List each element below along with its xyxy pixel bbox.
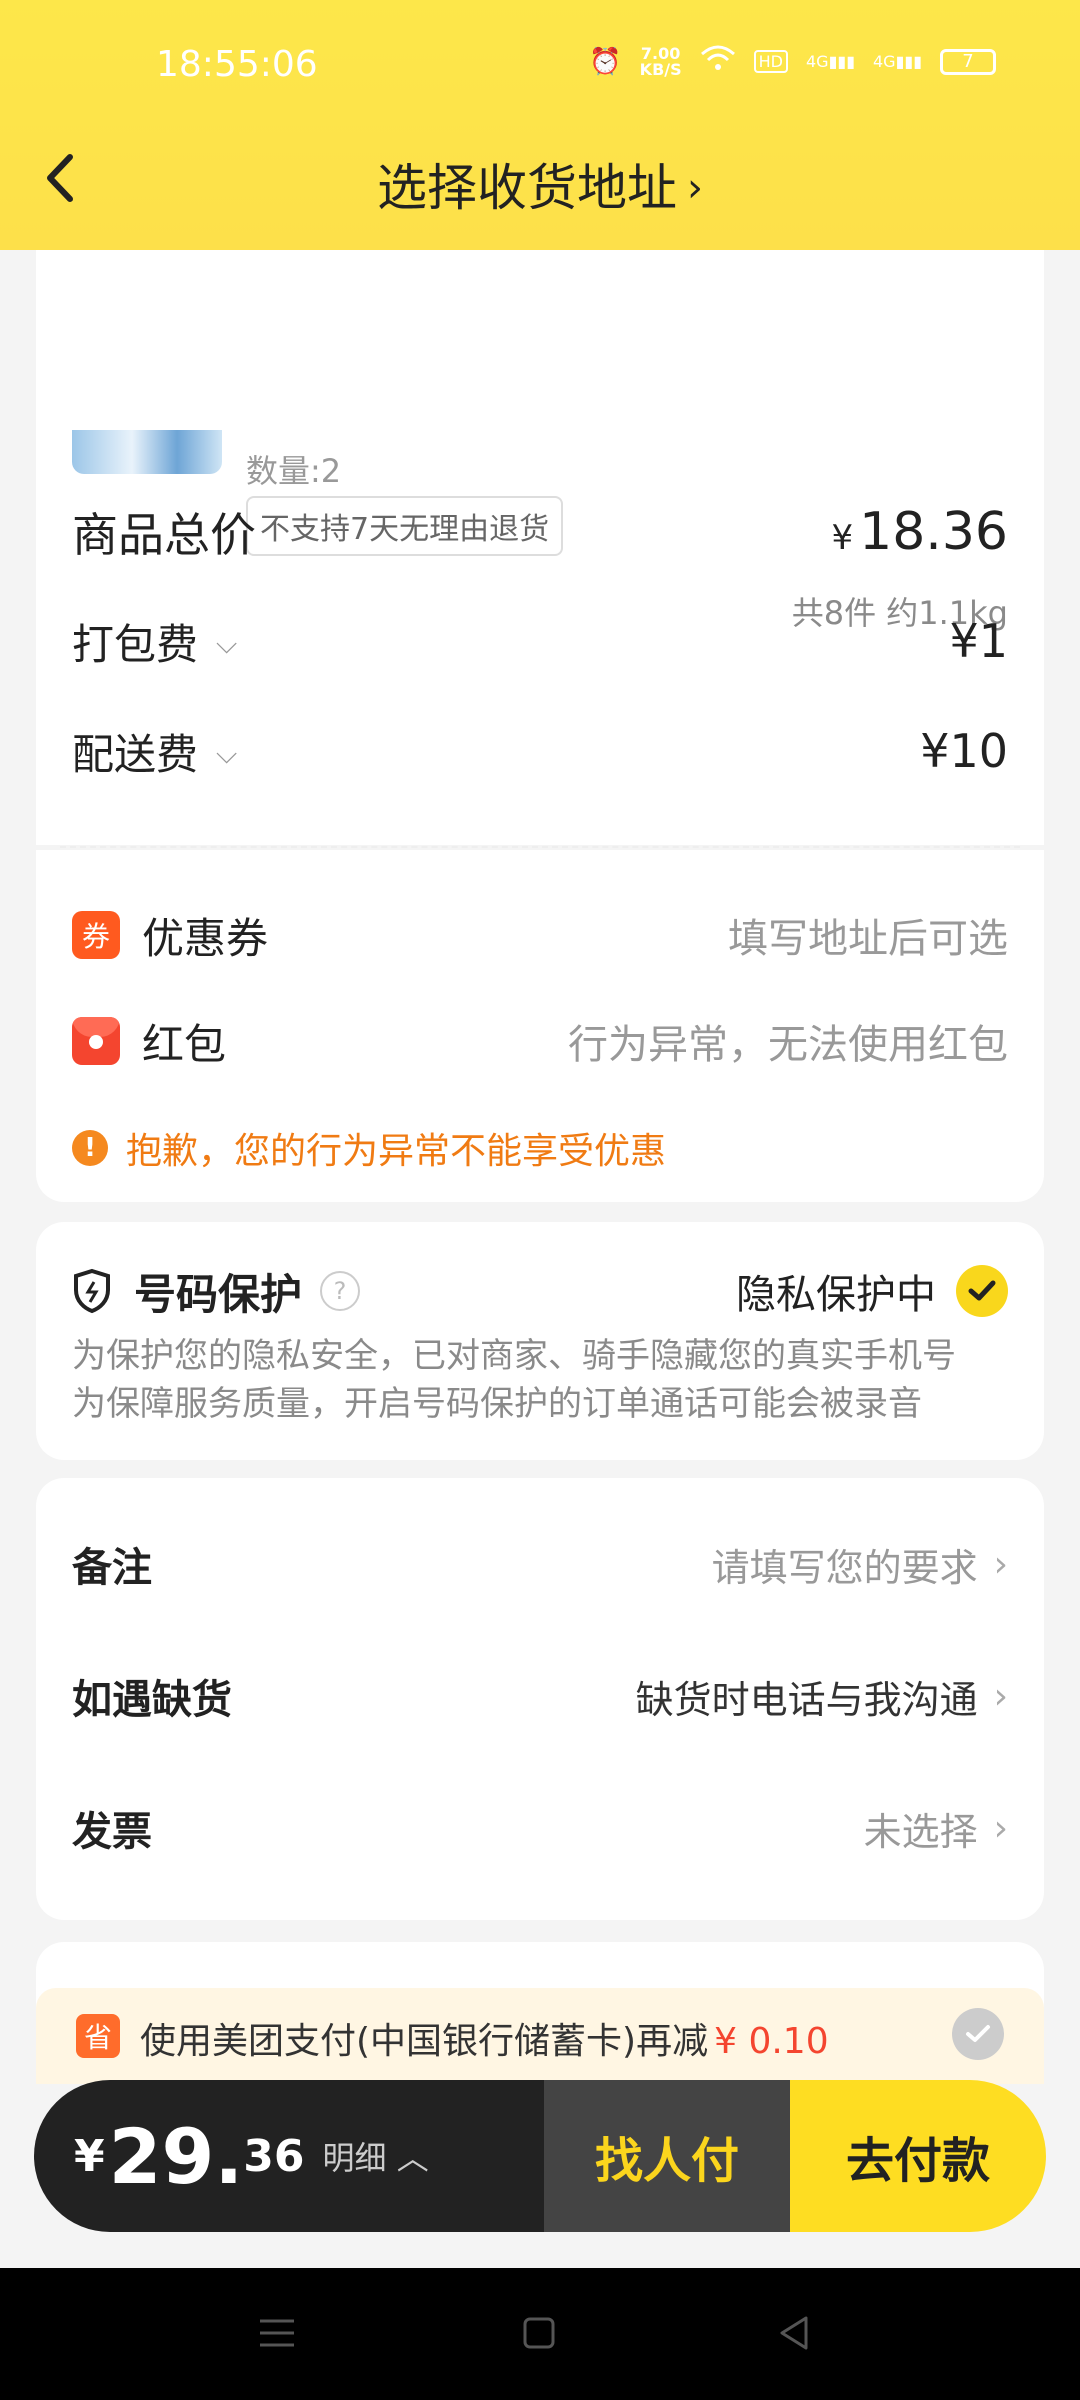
redpack-row[interactable]: 红包 行为异常，无法使用红包 <box>72 1006 1008 1076</box>
privacy-title: 号码保护 <box>134 1269 303 1319</box>
invoice-value: 未选择 <box>863 1809 978 1854</box>
privacy-title-group: 号码保护 ? <box>72 1261 361 1322</box>
delivery-fee-label: 配送费 ⌵ <box>72 729 238 779</box>
signal-icon-1: 4G▮▮▮ <box>806 52 855 71</box>
chevron-down-icon: ⌵ <box>216 626 238 660</box>
remark-label: 备注 <box>72 1545 152 1591</box>
coupon-row[interactable]: 券 优惠券 填写地址后可选 <box>72 900 1008 970</box>
total-amount[interactable]: ¥ 29. 36 明细 ︿ <box>34 2080 544 2232</box>
total-decimal: 36 <box>243 2130 305 2182</box>
find-payer-button[interactable]: 找人付 <box>544 2080 790 2232</box>
status-icons: ⏰ 7.00 KB/S HD 4G▮▮▮ 4G▮▮▮ 7 <box>589 44 996 79</box>
coupon-label: 优惠券 <box>142 913 269 963</box>
select-address-title[interactable]: 选择收货地址 › <box>0 148 1080 220</box>
net-speed-unit: KB/S <box>639 59 682 79</box>
chevron-right-icon: › <box>993 1675 1008 1717</box>
header: 18:55:06 ⏰ 7.00 KB/S HD 4G▮▮▮ 4G▮▮▮ 7 选择… <box>0 0 1080 250</box>
pay-button[interactable]: 去付款 <box>790 2080 1046 2232</box>
promo-label: 使用美团支付(中国银行储蓄卡)再减 <box>140 2021 709 2062</box>
chevron-right-icon: › <box>687 165 703 211</box>
shield-icon <box>74 1268 110 1314</box>
dashed-divider <box>60 846 1020 848</box>
total-integer: 29. <box>108 2111 244 2201</box>
save-badge-icon: 省 <box>76 2014 120 2058</box>
red-envelope-icon <box>72 1017 120 1065</box>
option-row-invoice[interactable]: 发票 未选择 › <box>72 1788 1008 1868</box>
packing-fee-row[interactable]: 打包费 ⌵ ¥1 <box>72 606 1008 676</box>
remark-value: 请填写您的要求 <box>711 1545 978 1590</box>
product-thumbnail[interactable] <box>72 430 222 474</box>
chevron-right-icon: › <box>993 1807 1008 1849</box>
payment-bar: ¥ 29. 36 明细 ︿ 找人付 去付款 <box>34 2080 1046 2232</box>
discounts-card: 券 优惠券 填写地址后可选 红包 行为异常，无法使用红包 ! 抱歉，您的行为异常… <box>36 850 1044 1202</box>
redpack-value: 行为异常，无法使用红包 <box>568 1022 1008 1068</box>
menu-icon[interactable] <box>252 2308 302 2358</box>
wifi-icon <box>700 44 736 79</box>
invoice-value-group: 未选择 › <box>864 1801 1008 1856</box>
promo-text: 使用美团支付(中国银行储蓄卡)再减 ¥ 0.10 <box>140 2012 829 2064</box>
out-of-stock-label: 如遇缺货 <box>72 1677 232 1723</box>
packing-fee-value: ¥1 <box>949 614 1008 668</box>
privacy-status-group[interactable]: 隐私保护中 <box>736 1262 1008 1320</box>
warning-text: 抱歉，您的行为异常不能享受优惠 <box>126 1131 667 1172</box>
promo-amount: ¥ 0.10 <box>714 2021 829 2062</box>
privacy-desc-line-2: 为保障服务质量，开启号码保护的订单通话可能会被录音 <box>72 1384 922 1424</box>
check-icon[interactable] <box>956 1265 1008 1317</box>
options-card: 备注 请填写您的要求 › 如遇缺货 缺货时电话与我沟通 › 发票 未选择 › <box>36 1478 1044 1920</box>
home-icon[interactable] <box>514 2308 564 2358</box>
net-speed: 7.00 KB/S <box>639 45 682 79</box>
product-quantity: 数量:2 <box>246 452 342 490</box>
battery-icon: 7 <box>940 48 996 75</box>
hd-icon: HD <box>753 50 788 73</box>
privacy-header-row: 号码保护 ? 隐私保护中 <box>72 1256 1008 1326</box>
redpack-label: 红包 <box>142 1019 227 1069</box>
currency-symbol: ¥ <box>74 2130 105 2182</box>
coupon-value: 填写地址后可选 <box>728 916 1008 962</box>
promo-check-icon[interactable] <box>952 2008 1004 2060</box>
packing-fee-label: 打包费 ⌵ <box>72 619 238 669</box>
out-of-stock-value: 缺货时电话与我沟通 <box>635 1677 978 1722</box>
status-time: 18:55:06 <box>156 44 318 85</box>
coupon-label-group: 券 优惠券 <box>72 905 268 966</box>
privacy-desc-line-1: 为保护您的隐私安全，已对商家、骑手隐藏您的真实手机号 <box>72 1336 956 1376</box>
privacy-card: 号码保护 ? 隐私保护中 为保护您的隐私安全，已对商家、骑手隐藏您的真实手机号 … <box>36 1222 1044 1460</box>
chevron-up-icon: ︿ <box>396 2139 429 2177</box>
total-price-label: 商品总价 <box>72 508 256 562</box>
delivery-fee-row[interactable]: 配送费 ⌵ ¥10 <box>72 716 1008 786</box>
chevron-down-icon: ⌵ <box>216 736 238 770</box>
chevron-right-icon: › <box>993 1543 1008 1585</box>
page-title: 选择收货地址 <box>377 159 677 217</box>
invoice-label: 发票 <box>72 1809 152 1855</box>
privacy-status: 隐私保护中 <box>736 1272 936 1318</box>
option-row-out-of-stock[interactable]: 如遇缺货 缺货时电话与我沟通 › <box>72 1656 1008 1736</box>
remark-value-group: 请填写您的要求 › <box>712 1537 1008 1592</box>
warning-icon: ! <box>72 1130 108 1166</box>
help-icon[interactable]: ? <box>320 1271 361 1311</box>
redpack-label-group: 红包 <box>72 1011 226 1072</box>
system-navigation-bar <box>0 2268 1080 2400</box>
option-row-remark[interactable]: 备注 请填写您的要求 › <box>72 1524 1008 1604</box>
signal-icon-2: 4G▮▮▮ <box>873 52 922 71</box>
discount-warning: ! 抱歉，您的行为异常不能享受优惠 <box>72 1122 666 1174</box>
delivery-fee-value: ¥10 <box>920 724 1008 778</box>
privacy-description: 为保护您的隐私安全，已对商家、骑手隐藏您的真实手机号 为保障服务质量，开启号码保… <box>72 1332 1008 1428</box>
total-price-value: ¥18.36 <box>831 502 1008 562</box>
out-of-stock-value-group: 缺货时电话与我沟通 › <box>636 1669 1008 1724</box>
total-price-row: 商品总价 ¥18.36 <box>72 492 1008 572</box>
detail-toggle[interactable]: 明细 ︿ <box>323 2133 429 2179</box>
payment-promo[interactable]: 省 使用美团支付(中国银行储蓄卡)再减 ¥ 0.10 <box>36 1988 1044 2084</box>
order-card: 数量:2 不支持7天无理由退货 共8件 约1.1kg 商品总价 ¥18.36 打… <box>36 200 1044 845</box>
back-triangle-icon[interactable] <box>770 2308 820 2358</box>
alarm-icon: ⏰ <box>589 46 622 77</box>
coupon-icon: 券 <box>72 911 120 959</box>
